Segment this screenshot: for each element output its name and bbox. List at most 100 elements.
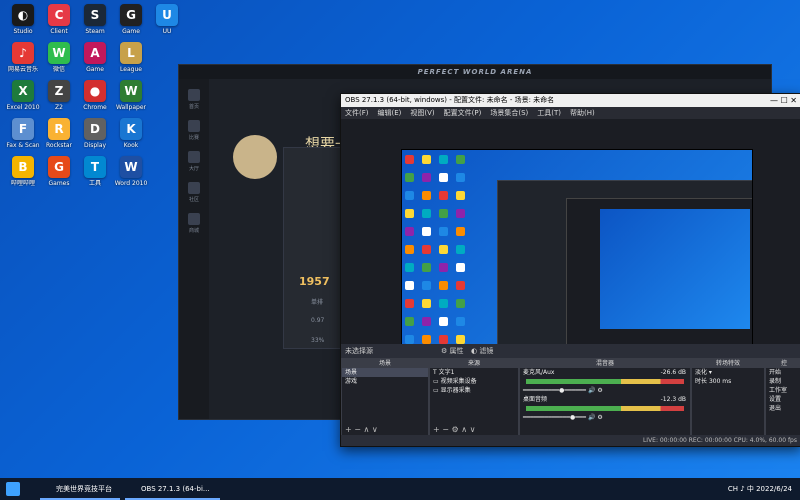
record-button[interactable]: 录制 xyxy=(766,377,800,386)
desktop-icon[interactable]: T 工具 xyxy=(76,156,114,196)
taskbar-item-arena[interactable]: 完美世界竞技平台 xyxy=(40,478,120,500)
properties-button[interactable]: ⚙ 属性 xyxy=(441,344,464,358)
desktop-icon[interactable]: W Wallpaper xyxy=(112,80,150,120)
menu-item[interactable]: 文件(F) xyxy=(345,109,369,117)
preview-desktop-icon xyxy=(456,317,465,326)
preview-desktop-icon xyxy=(456,209,465,218)
scene-item[interactable]: 游戏 xyxy=(342,377,428,386)
volume-slider[interactable]: ━━━━━━━━━━━━━●━━━ 🔊 ⚙ xyxy=(520,413,690,422)
menu-item[interactable]: 场景集合(S) xyxy=(490,109,528,117)
nested-arena xyxy=(497,180,752,367)
start-button[interactable] xyxy=(6,482,20,496)
source-toolbar[interactable]: + − ⚙ ∧ ∨ xyxy=(433,425,475,434)
desktop-icon[interactable]: W 微信 xyxy=(40,42,78,82)
desktop-icon-label: Display xyxy=(83,142,107,149)
desktop-icon[interactable]: G Game xyxy=(112,4,150,44)
menu-item[interactable]: 工具(T) xyxy=(537,109,561,117)
match-icon[interactable] xyxy=(188,120,200,132)
scene-item[interactable]: 场景 xyxy=(342,368,428,377)
transition-select[interactable]: 淡化 ▾ xyxy=(692,368,764,377)
taskbar-item-obs[interactable]: OBS 27.1.3 (64-bi... xyxy=(125,478,220,500)
settings-button[interactable]: 设置 xyxy=(766,395,800,404)
menu-item[interactable]: 视图(V) xyxy=(410,109,434,117)
team-icon[interactable] xyxy=(188,151,200,163)
menu-item[interactable]: 编辑(E) xyxy=(378,109,402,117)
menu-item[interactable]: 配置文件(P) xyxy=(444,109,482,117)
desktop-icon[interactable]: R Rockstar xyxy=(40,118,78,158)
desktop-icon[interactable]: ♪ 网易云音乐 xyxy=(4,42,42,82)
preview-desktop-icon xyxy=(405,155,414,164)
nested-obs xyxy=(566,198,752,346)
preview-desktop-icon xyxy=(456,335,465,344)
desktop-icon[interactable]: F Fax & Scan xyxy=(4,118,42,158)
obs-titlebar: OBS 27.1.3 (64-bit, windows) - 配置文件: 未命名… xyxy=(341,94,800,107)
menu-item[interactable]: 帮助(H) xyxy=(570,109,595,117)
desktop-icon[interactable]: C Client xyxy=(40,4,78,44)
source-item[interactable]: ▭ 视频采集设备 xyxy=(430,377,518,386)
app-icon: U xyxy=(156,4,178,26)
desktop-icon-label: UU xyxy=(162,28,172,35)
desktop-icon[interactable]: B 哔哩哔哩 xyxy=(4,156,42,196)
home-icon[interactable] xyxy=(188,89,200,101)
preview-desktop-icon xyxy=(422,263,431,272)
preview-desktop-icon xyxy=(439,173,448,182)
filters-button[interactable]: ◐ 滤镜 xyxy=(471,344,493,358)
start-stream-button[interactable]: 开始 xyxy=(766,368,800,377)
preview-desktop-icon xyxy=(405,335,414,344)
preview-desktop-icon xyxy=(456,245,465,254)
desktop-icon[interactable]: W Word 2010 xyxy=(112,156,150,196)
desktop-icon[interactable]: D Display xyxy=(76,118,114,158)
system-tray[interactable]: CH ♪ 中 2022/6/24 xyxy=(728,478,792,500)
preview-desktop-icon xyxy=(405,281,414,290)
source-item[interactable]: ▭ 显示器采集 xyxy=(430,386,518,395)
desktop-icon[interactable]: ◐ Studio xyxy=(4,4,42,44)
source-toolbar: 未选择源 ⚙ 属性 ◐ 滤镜 xyxy=(341,344,800,358)
desktop-icon-label: Kook xyxy=(123,142,139,149)
app-icon: T xyxy=(84,156,106,178)
row-label: 单排 xyxy=(311,299,324,306)
app-icon: Z xyxy=(48,80,70,102)
window-controls[interactable]: — ☐ ✕ xyxy=(770,94,797,107)
friends-icon[interactable] xyxy=(188,182,200,194)
source-item[interactable]: T 文字1 xyxy=(430,368,518,377)
desktop-icon-label: 哔哩哔哩 xyxy=(10,180,35,187)
studio-mode-button[interactable]: 工作室 xyxy=(766,386,800,395)
desktop-icon-label: Games xyxy=(48,180,70,187)
obs-menubar: 文件(F) 编辑(E) 视图(V) 配置文件(P) 场景集合(S) 工具(T) 帮助(H) xyxy=(341,107,800,119)
desktop-icon[interactable]: A Game xyxy=(76,42,114,82)
no-source-label: 未选择源 xyxy=(345,347,373,355)
preview-desktop-icon xyxy=(439,263,448,272)
desktop-icon[interactable]: U UU xyxy=(148,4,186,44)
app-icon: W xyxy=(120,156,142,178)
desktop-icon[interactable]: S Steam xyxy=(76,4,114,44)
duration-field[interactable]: 时长 300 ms xyxy=(692,377,764,386)
preview-desktop-icon xyxy=(456,263,465,272)
app-icon: ● xyxy=(84,80,106,102)
preview-desktop-icon xyxy=(456,173,465,182)
desktop-icon[interactable]: G Games xyxy=(40,156,78,196)
desktop-icon-label: Fax & Scan xyxy=(6,142,40,149)
preview-desktop-icon xyxy=(439,191,448,200)
desktop-icon-label: League xyxy=(120,66,142,73)
preview-desktop-icon xyxy=(422,209,431,218)
preview-desktop-icon xyxy=(439,317,448,326)
desktop-icon-label: Excel 2010 xyxy=(6,104,40,111)
volume-slider[interactable]: ━━━━━━━━━━●━━━━━━ 🔊 ⚙ xyxy=(520,386,690,395)
desktop-icon[interactable]: L League xyxy=(112,42,150,82)
exit-button[interactable]: 退出 xyxy=(766,404,800,413)
desktop-icon[interactable]: K Kook xyxy=(112,118,150,158)
mixer-dock: 混音器 麦克风/Aux -26.6 dB ━━━━━━━━━━●━━━━━━ 🔊 … xyxy=(519,358,691,436)
desktop-icon[interactable]: ● Chrome xyxy=(76,80,114,120)
app-icon: W xyxy=(48,42,70,64)
desktop-icon[interactable]: X Excel 2010 xyxy=(4,80,42,120)
preview-desktop-icon xyxy=(405,299,414,308)
app-icon: ◐ xyxy=(12,4,34,26)
nested-desktop xyxy=(600,209,750,329)
shop-icon[interactable] xyxy=(188,213,200,225)
scenes-dock: 场景 场景 游戏 + − ∧ ∨ xyxy=(341,358,429,436)
desktop-icon-label: Word 2010 xyxy=(114,180,148,187)
app-icon: S xyxy=(84,4,106,26)
desktop-icon-label: 微信 xyxy=(52,66,65,73)
desktop-icon[interactable]: Z Z2 xyxy=(40,80,78,120)
scene-toolbar[interactable]: + − ∧ ∨ xyxy=(345,425,378,434)
